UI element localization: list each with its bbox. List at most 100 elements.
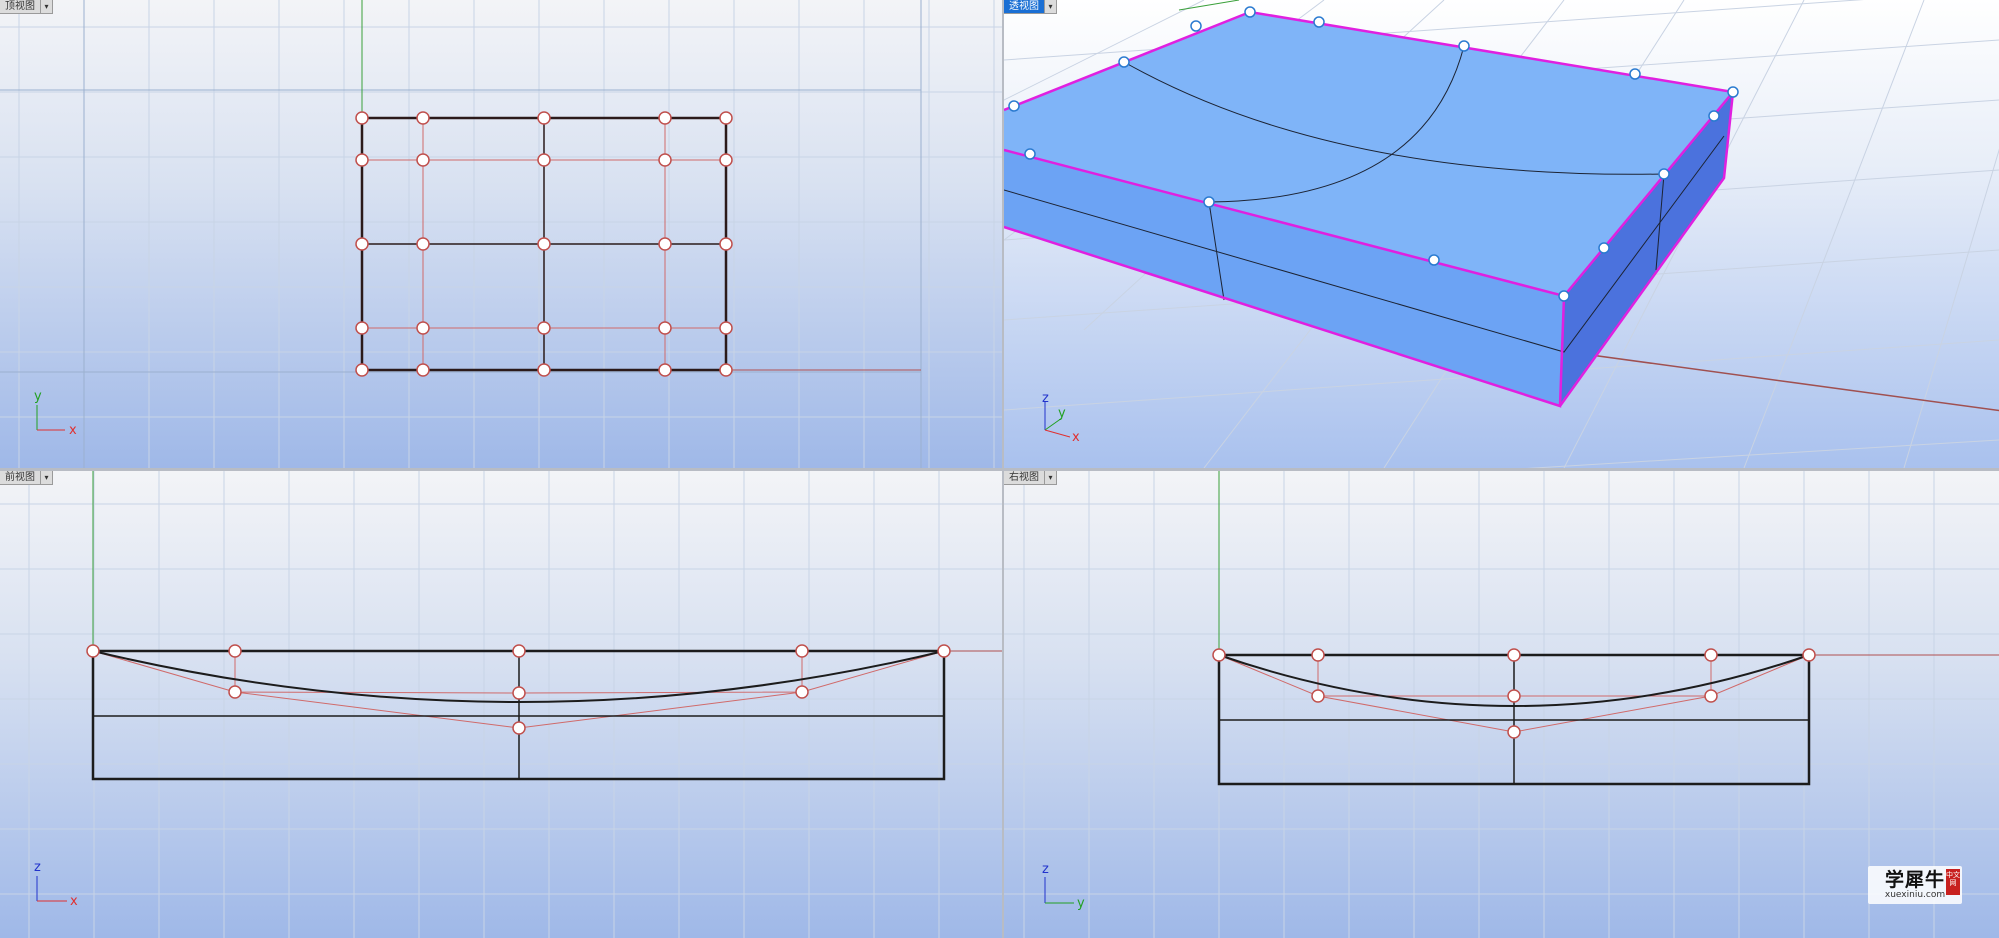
perspective-viewport[interactable]: 透视图 ▾ z y x: [1004, 0, 1999, 468]
control-point[interactable]: [1458, 40, 1470, 52]
top-viewport[interactable]: 顶视图 ▾ y x: [0, 0, 1002, 468]
control-point[interactable]: [1212, 648, 1226, 662]
right-viewport-label[interactable]: 右视图: [1004, 471, 1045, 485]
watermark-stamp: 中文网: [1946, 869, 1960, 895]
perspective-viewport-canvas[interactable]: z y x: [1004, 0, 1999, 468]
control-point[interactable]: [228, 644, 242, 658]
control-point[interactable]: [1190, 20, 1202, 32]
axis-gizmo: z y: [1042, 862, 1085, 911]
control-point[interactable]: [512, 686, 526, 700]
watermark-url: xuexiniu.com: [1884, 890, 1946, 900]
top-viewport-tab[interactable]: 顶视图 ▾: [0, 0, 53, 14]
gizmo-z-label: z: [1042, 862, 1049, 877]
control-point[interactable]: [355, 111, 369, 125]
control-point[interactable]: [1313, 16, 1325, 28]
control-point[interactable]: [512, 644, 526, 658]
grid: [0, 0, 1002, 468]
top-viewport-label[interactable]: 顶视图: [0, 0, 41, 14]
control-point[interactable]: [1507, 689, 1521, 703]
control-point[interactable]: [719, 153, 733, 167]
control-point[interactable]: [658, 321, 672, 335]
control-point[interactable]: [355, 237, 369, 251]
control-point[interactable]: [86, 644, 100, 658]
control-point[interactable]: [1704, 689, 1718, 703]
control-point[interactable]: [1708, 110, 1720, 122]
control-point[interactable]: [1203, 196, 1215, 208]
perspective-viewport-tab[interactable]: 透视图 ▾: [1004, 0, 1057, 14]
axis-gizmo: z y x: [1042, 391, 1080, 445]
control-point[interactable]: [512, 721, 526, 735]
control-point[interactable]: [1311, 648, 1325, 662]
control-point[interactable]: [228, 685, 242, 699]
control-point[interactable]: [1311, 689, 1325, 703]
y-axis-line: [1178, 0, 1240, 11]
control-point[interactable]: [416, 111, 430, 125]
chevron-down-icon[interactable]: ▾: [1045, 471, 1057, 485]
front-viewport-label[interactable]: 前视图: [0, 471, 41, 485]
viewport-splitter-horizontal[interactable]: [0, 468, 1999, 471]
control-point[interactable]: [1727, 86, 1739, 98]
control-point[interactable]: [719, 111, 733, 125]
gizmo-x-label: x: [1072, 430, 1080, 445]
control-point[interactable]: [537, 237, 551, 251]
control-point[interactable]: [1008, 100, 1020, 112]
control-point[interactable]: [1704, 648, 1718, 662]
control-point[interactable]: [537, 111, 551, 125]
control-point[interactable]: [658, 111, 672, 125]
control-point[interactable]: [795, 644, 809, 658]
control-point[interactable]: [719, 321, 733, 335]
control-point[interactable]: [355, 153, 369, 167]
top-viewport-canvas[interactable]: y x: [0, 0, 1002, 468]
gizmo-z-label: z: [1042, 391, 1049, 406]
control-point[interactable]: [1024, 148, 1036, 160]
chevron-down-icon[interactable]: ▾: [41, 0, 53, 14]
control-point[interactable]: [658, 237, 672, 251]
axis-gizmo: z x: [34, 860, 78, 909]
control-point[interactable]: [355, 321, 369, 335]
control-point[interactable]: [537, 363, 551, 377]
control-point[interactable]: [416, 321, 430, 335]
gizmo-x-label: x: [69, 423, 77, 438]
control-point[interactable]: [795, 685, 809, 699]
right-viewport-canvas[interactable]: z y: [1004, 471, 1999, 938]
control-point[interactable]: [1507, 648, 1521, 662]
section-lines: [1217, 653, 1811, 786]
gizmo-y-label: y: [1077, 896, 1085, 911]
chevron-down-icon[interactable]: ▾: [1045, 0, 1057, 14]
front-viewport[interactable]: 前视图 ▾ z x: [0, 471, 1002, 938]
control-point[interactable]: [937, 644, 951, 658]
section-lines: [91, 649, 946, 781]
gizmo-y-label: y: [34, 389, 42, 404]
gizmo-z-label: z: [34, 860, 41, 875]
control-point[interactable]: [658, 153, 672, 167]
gizmo-x-label: x: [70, 894, 78, 909]
right-viewport[interactable]: 右视图 ▾ z y: [1004, 471, 1999, 938]
control-point[interactable]: [1428, 254, 1440, 266]
control-point[interactable]: [537, 153, 551, 167]
control-point[interactable]: [1507, 725, 1521, 739]
control-point[interactable]: [1244, 6, 1256, 18]
control-point[interactable]: [1802, 648, 1816, 662]
control-point[interactable]: [416, 153, 430, 167]
control-point[interactable]: [719, 363, 733, 377]
control-point[interactable]: [1598, 242, 1610, 254]
control-point[interactable]: [1558, 290, 1570, 302]
front-viewport-tab[interactable]: 前视图 ▾: [0, 471, 53, 485]
control-point[interactable]: [355, 363, 369, 377]
control-point[interactable]: [416, 237, 430, 251]
control-point[interactable]: [719, 237, 733, 251]
watermark-logo: 学犀牛 xuexiniu.com 中文网: [1868, 866, 1962, 904]
control-point[interactable]: [1658, 168, 1670, 180]
right-viewport-tab[interactable]: 右视图 ▾: [1004, 471, 1057, 485]
chevron-down-icon[interactable]: ▾: [41, 471, 53, 485]
gizmo-y-label: y: [1058, 406, 1066, 421]
control-point[interactable]: [658, 363, 672, 377]
control-point[interactable]: [1629, 68, 1641, 80]
front-viewport-canvas[interactable]: z x: [0, 471, 1002, 938]
axis-gizmo: y x: [34, 389, 77, 438]
control-point[interactable]: [1118, 56, 1130, 68]
perspective-viewport-label[interactable]: 透视图: [1004, 0, 1045, 14]
control-point[interactable]: [416, 363, 430, 377]
box-solid: [1004, 10, 1736, 408]
control-point[interactable]: [537, 321, 551, 335]
